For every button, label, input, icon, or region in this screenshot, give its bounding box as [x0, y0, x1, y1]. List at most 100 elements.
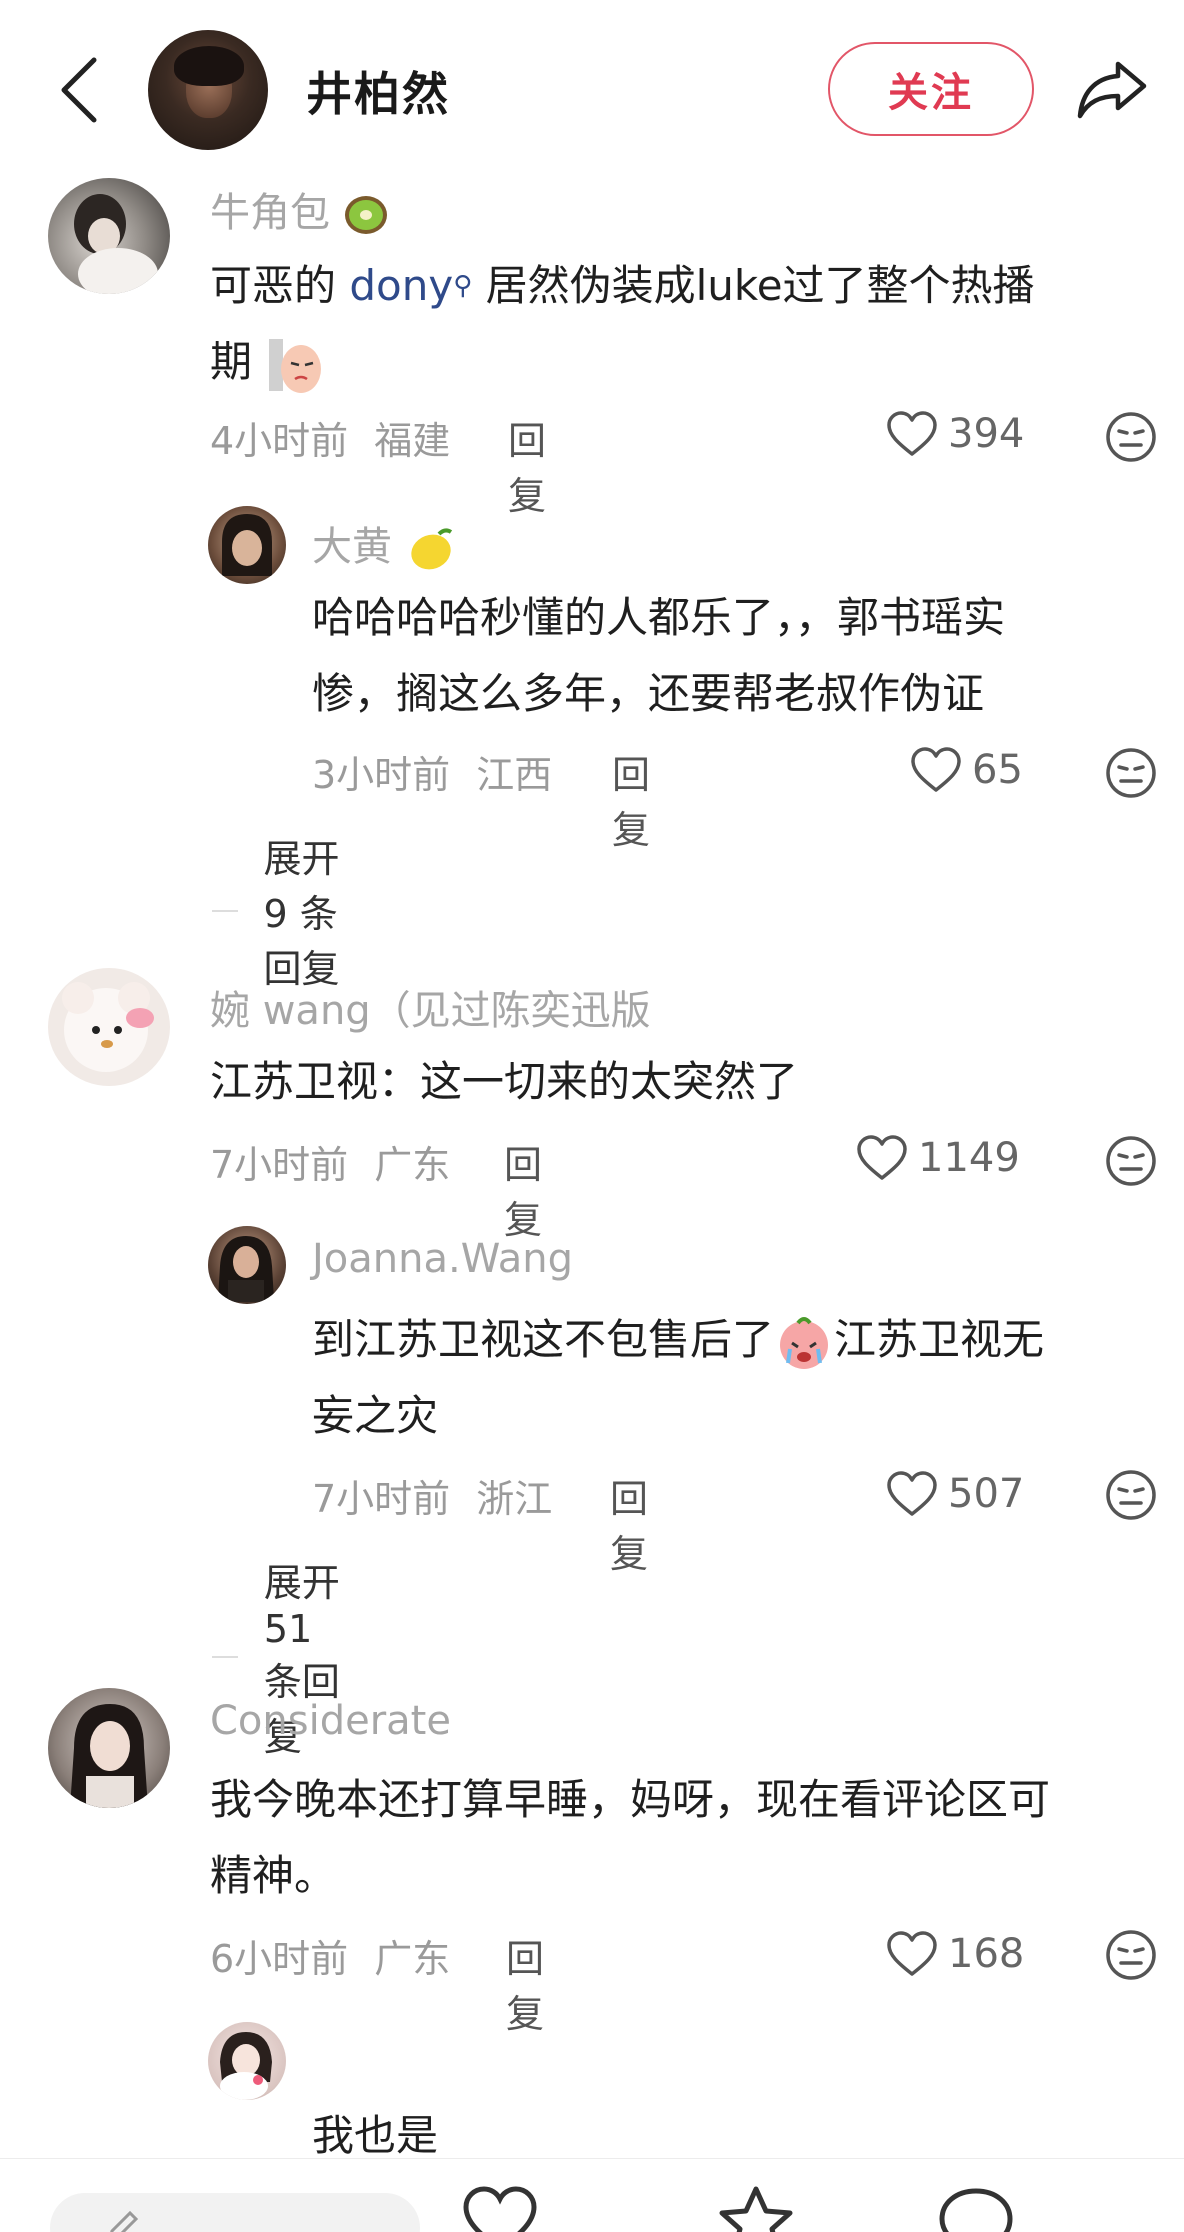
reply-meta: 3小时前 江西 [312, 744, 552, 799]
username-text: 牛角包 [210, 190, 330, 236]
commenter-username[interactable]: 牛角包 [210, 180, 389, 238]
like-button[interactable]: 1149 [856, 1134, 1020, 1182]
reply-text-line: 我也是 [312, 2111, 439, 2160]
comment-text: 我今晚本还打算早睡，妈呀，现在看评论区可 精神。 [210, 1762, 1170, 1914]
heart-icon [887, 1931, 937, 1976]
kiwi-emoji [344, 196, 387, 234]
reply-avatar[interactable] [208, 506, 286, 584]
lemon-emoji [411, 528, 452, 570]
like-button[interactable]: 394 [886, 410, 1024, 458]
like-button[interactable]: 168 [886, 1930, 1024, 1978]
comment-location: 广东 [374, 1937, 451, 1981]
share-icon [1077, 61, 1147, 119]
dislike-face-icon [1106, 1136, 1156, 1186]
pencil-icon [110, 2210, 139, 2232]
reply-text: 到江苏卫视这不包售后了 江苏卫视无 妄之灾 [312, 1302, 1152, 1454]
back-arrow-icon [61, 57, 97, 123]
heart-icon [887, 1471, 937, 1516]
reply-avatar[interactable] [208, 1226, 286, 1304]
avatar-figure [220, 2032, 272, 2100]
comment-time: 7小时前 [210, 1143, 349, 1187]
avatar-figure [218, 1236, 274, 1302]
reply-time: 7小时前 [312, 1477, 451, 1521]
comment-text-part: 期 [210, 337, 253, 386]
reply-text-line: 妄之灾 [312, 1391, 439, 1440]
commenter-avatar[interactable] [48, 968, 170, 1086]
expand-divider [212, 909, 238, 912]
reply-button[interactable]: 回复 [508, 410, 546, 520]
expand-label: 展开 9 条回复 [263, 837, 340, 991]
smug-emoji [269, 338, 322, 393]
reply-text-line: 江苏卫视无 [834, 1315, 1045, 1364]
avatar-figure [222, 514, 272, 576]
comment-text-line: 我今晚本还打算早睡，妈呀，现在看评论区可 [210, 1775, 1051, 1824]
comment-meta: 4小时前 福建 [210, 410, 450, 465]
comment-input[interactable] [50, 2193, 420, 2232]
reply-location: 江西 [476, 753, 553, 797]
comment-text: 可恶的 dony⚲ 居然伪装成luke过了整个热播 期 [210, 248, 1150, 400]
dislike-button[interactable] [1104, 1928, 1158, 1982]
reply-meta: 7小时前 浙江 [312, 1468, 552, 1523]
avatar-hair [174, 46, 244, 86]
heart-icon [857, 1135, 907, 1180]
comment-location: 广东 [374, 1143, 451, 1187]
reply-text: 哈哈哈哈秒懂的人都乐了，，郭书瑶实 惨，搁这么多年，还要帮老叔作伪证 [312, 580, 1152, 732]
avatar-figure [74, 194, 158, 294]
heart-icon [911, 747, 961, 792]
commenter-avatar[interactable] [48, 1688, 170, 1808]
avatar-figure [62, 982, 154, 1072]
heart-icon[interactable] [460, 2185, 540, 2232]
dislike-button[interactable] [1104, 1468, 1158, 1522]
reply-avatar[interactable] [208, 2022, 286, 2100]
like-count: 1149 [918, 1135, 1020, 1181]
author-name[interactable]: 井柏然 [306, 58, 450, 124]
dislike-face-icon [1106, 748, 1156, 798]
comment-time: 4小时前 [210, 419, 349, 463]
author-avatar[interactable] [148, 30, 268, 150]
expand-divider [212, 1655, 238, 1658]
back-button[interactable] [52, 52, 108, 128]
comment-text-line: 江苏卫视：这一切来的太突然了 [210, 1057, 799, 1106]
like-count: 394 [948, 411, 1025, 457]
comment-bubble-icon[interactable] [936, 2185, 1016, 2232]
reply-button[interactable]: 回复 [504, 1134, 542, 1244]
dislike-button[interactable] [1104, 746, 1158, 800]
crying-emoji [780, 1316, 829, 1369]
star-icon[interactable] [716, 2185, 796, 2232]
like-button[interactable]: 507 [886, 1470, 1024, 1518]
comment-meta: 6小时前 广东 [210, 1928, 450, 1983]
heart-icon [887, 411, 937, 456]
share-button[interactable] [1074, 54, 1152, 124]
comment-text-line: 精神。 [210, 1851, 337, 1900]
dislike-face-icon [1106, 1930, 1156, 1980]
reply-text-line: 哈哈哈哈秒懂的人都乐了，，郭书瑶实 [312, 593, 1006, 642]
dislike-face-icon [1106, 412, 1156, 462]
like-count: 65 [972, 747, 1023, 793]
top-header: 井柏然 关注 [0, 0, 1184, 178]
reply-button[interactable]: 回复 [612, 744, 650, 854]
reply-button[interactable]: 回复 [610, 1468, 648, 1578]
expand-replies-button[interactable]: 展开 9 条回复 [212, 828, 348, 993]
dislike-button[interactable] [1104, 410, 1158, 464]
commenter-username[interactable]: 婉 wang（见过陈奕迅版 [210, 978, 651, 1036]
commenter-avatar[interactable] [48, 178, 170, 294]
reply-text-line: 到江苏卫视这不包售后了 [312, 1315, 775, 1364]
dislike-button[interactable] [1104, 1134, 1158, 1188]
reply-button[interactable]: 回复 [506, 1928, 544, 2038]
comment-text-part: 可恶的 [210, 261, 350, 310]
comment-meta: 7小时前 广东 [210, 1134, 450, 1189]
dislike-face-icon [1106, 1470, 1156, 1520]
like-button[interactable]: 65 [910, 746, 1023, 794]
mention-link[interactable]: dony [349, 261, 453, 310]
bottom-action-bar [0, 2158, 1184, 2232]
reply-username[interactable]: 大黄 [312, 514, 455, 574]
reply-time: 3小时前 [312, 753, 451, 797]
reply-text-line: 惨，搁这么多年，还要帮老叔作伪证 [312, 669, 985, 718]
follow-button[interactable]: 关注 [828, 42, 1034, 136]
search-mention-icon: ⚲ [453, 271, 473, 301]
comment-text-part: 居然伪装成luke过了整个热播 [472, 261, 1035, 310]
like-count: 168 [948, 1931, 1025, 1977]
comment-text: 江苏卫视：这一切来的太突然了 [210, 1044, 1150, 1120]
commenter-username[interactable]: Considerate [210, 1698, 451, 1744]
reply-username[interactable]: Joanna.Wang [312, 1236, 573, 1282]
